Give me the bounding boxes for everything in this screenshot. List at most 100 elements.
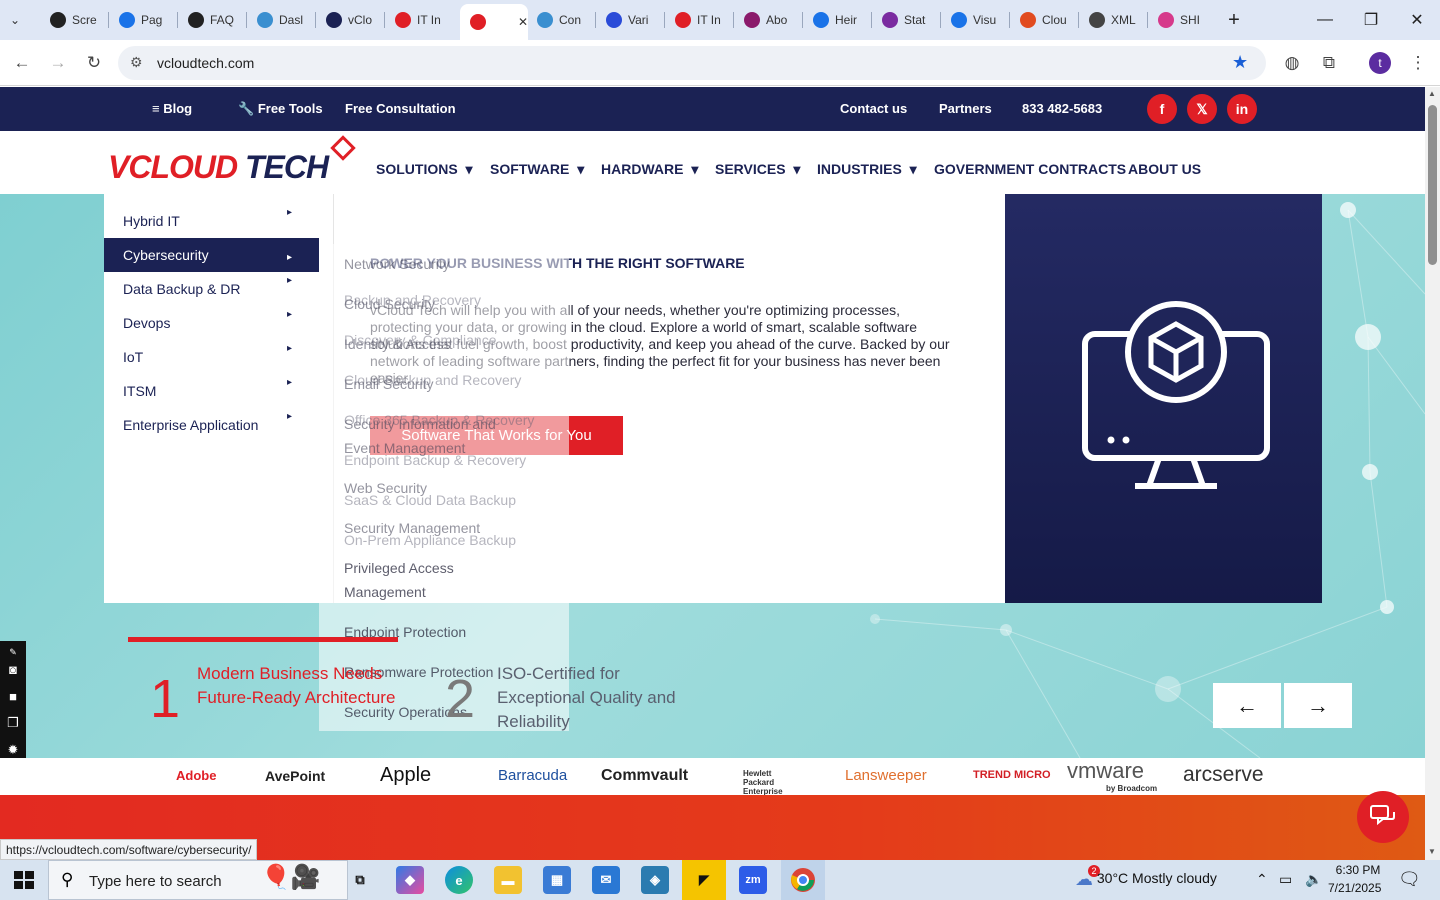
nav-item-government-contracts[interactable]: GOVERNMENT CONTRACTS: [934, 161, 1126, 177]
nav-item-software[interactable]: SOFTWARE ▾: [490, 161, 584, 178]
tab-search-dropdown[interactable]: ⌄: [0, 6, 40, 34]
page-scrollbar[interactable]: ▲ ▼: [1425, 87, 1440, 860]
free-tools-link[interactable]: 🔧 Free Tools: [238, 101, 323, 117]
taskbar-search-box[interactable]: ⚲ Type here to search 🎈🎥: [48, 860, 348, 900]
nav-item-industries[interactable]: INDUSTRIES ▾: [817, 161, 917, 178]
browser-tab[interactable]: XML: [1079, 6, 1145, 34]
slider-prev-button[interactable]: ←: [1213, 683, 1281, 728]
window-icon[interactable]: ❐: [4, 714, 22, 732]
x-twitter-icon[interactable]: 𝕏: [1187, 94, 1217, 124]
clock-time[interactable]: 6:30 PM: [1333, 863, 1383, 877]
chrome-icon[interactable]: [781, 860, 825, 900]
browser-tab[interactable]: Dasl: [247, 6, 313, 34]
forward-button[interactable]: →: [45, 50, 71, 76]
free-consultation-link[interactable]: Free Consultation: [345, 101, 456, 116]
chat-widget-button[interactable]: [1357, 791, 1409, 843]
submenu-item[interactable]: Discovery & Compliance: [344, 332, 497, 348]
minimize-button[interactable]: —: [1302, 0, 1348, 40]
new-tab-button[interactable]: +: [1212, 0, 1256, 40]
network-icon[interactable]: ▭: [1279, 871, 1292, 888]
address-bar-url[interactable]: vcloudtech.com: [157, 55, 254, 71]
partners-link[interactable]: Partners: [939, 101, 992, 116]
menu-category-cybersecurity[interactable]: Cybersecurity ▸: [104, 238, 319, 272]
back-button[interactable]: ←: [9, 50, 35, 76]
browser-tab[interactable]: Heir: [803, 6, 869, 34]
submenu-item[interactable]: Endpoint Backup & Recovery: [344, 452, 526, 468]
browser-tab[interactable]: Clou: [1010, 6, 1076, 34]
linkedin-icon[interactable]: in: [1227, 94, 1257, 124]
browser-tab[interactable]: Scre: [40, 6, 106, 34]
reload-button[interactable]: ↻: [81, 50, 107, 76]
nav-item-solutions[interactable]: SOLUTIONS ▾: [376, 161, 473, 178]
weather-widget[interactable]: ☁ 2 30°C Mostly cloudy: [1075, 865, 1217, 890]
menu-category-enterprise-application[interactable]: Enterprise Application ▸: [104, 408, 319, 442]
browser-tab[interactable]: Pag: [109, 6, 175, 34]
bookmark-star-icon[interactable]: ★: [1232, 52, 1248, 73]
submenu-item[interactable]: On-Prem Appliance Backup: [344, 532, 516, 548]
submenu-item[interactable]: Privileged Access: [344, 560, 454, 576]
extensions-icon[interactable]: ⧉: [1316, 50, 1342, 76]
facebook-icon[interactable]: f: [1147, 94, 1177, 124]
microsoft-store-icon[interactable]: ▦: [543, 866, 571, 894]
tray-chevron-icon[interactable]: ⌃: [1256, 871, 1268, 888]
address-bar[interactable]: ⚙ vcloudtech.com ★: [118, 46, 1266, 80]
browser-tab[interactable]: FAQ: [178, 6, 244, 34]
nav-item-hardware[interactable]: HARDWARE ▾: [601, 161, 698, 178]
sticky-notes-icon[interactable]: ◤: [682, 860, 726, 900]
notification-icon[interactable]: 🗨: [1398, 869, 1421, 890]
submenu-item[interactable]: Cloud Backup and Recovery: [344, 372, 521, 388]
settings-icon[interactable]: ✹: [4, 741, 22, 759]
site-logo[interactable]: VCLOUD TECH: [108, 135, 356, 186]
menu-category-hybrid-it[interactable]: Hybrid IT ▸: [104, 204, 319, 238]
list-icon: ≡: [152, 101, 164, 116]
site-info-icon[interactable]: ⚙: [130, 54, 143, 71]
profile-avatar[interactable]: t: [1369, 52, 1391, 74]
nav-item-services[interactable]: SERVICES ▾: [715, 161, 800, 178]
restore-button[interactable]: ❐: [1348, 0, 1394, 40]
mail-icon[interactable]: ✉: [592, 866, 620, 894]
browser-menu-icon[interactable]: ⋮: [1405, 50, 1431, 76]
zoom-icon[interactable]: zm: [739, 866, 767, 894]
edge-icon[interactable]: e: [445, 866, 473, 894]
browser-tab[interactable]: Con: [527, 6, 593, 34]
submenu-item[interactable]: Management: [344, 584, 426, 600]
browser-tab[interactable]: Visu: [941, 6, 1007, 34]
submenu-item[interactable]: Network Security: [344, 256, 450, 272]
task-view-icon[interactable]: ⧉: [346, 866, 374, 894]
close-window-button[interactable]: ✕: [1394, 0, 1440, 40]
scroll-up-icon[interactable]: ▲: [1428, 89, 1436, 98]
menu-category-itsm[interactable]: ITSM ▸: [104, 374, 319, 408]
menu-category-data-backup-dr[interactable]: Data Backup & DR ▸: [104, 272, 319, 306]
brand-logo-vmware: vmware: [1067, 758, 1145, 783]
browser-tab[interactable]: Abo: [734, 6, 800, 34]
submenu-item[interactable]: Backup and Recovery: [344, 292, 481, 308]
browser-tab[interactable]: IT In: [665, 6, 731, 34]
contact-link[interactable]: Contact us: [840, 101, 907, 116]
volume-icon[interactable]: 🔈: [1305, 871, 1322, 888]
nav-item-about-us[interactable]: ABOUT US: [1128, 161, 1201, 177]
menu-category-iot[interactable]: IoT ▸: [104, 340, 319, 374]
translate-icon[interactable]: ◍: [1279, 50, 1305, 76]
pen-icon[interactable]: ✎: [4, 643, 22, 661]
browser-tab[interactable]: vClo: [316, 6, 382, 34]
camera-icon[interactable]: ◙: [4, 660, 22, 678]
browser-tab[interactable]: SHI: [1148, 6, 1214, 34]
browser-tab[interactable]: IT In: [385, 6, 451, 34]
phone-number[interactable]: 833 482-5683: [1022, 101, 1102, 116]
browser-tab[interactable]: Stat: [872, 6, 938, 34]
submenu-item[interactable]: Office 365 Backup & Recovery: [344, 412, 534, 428]
scroll-down-icon[interactable]: ▼: [1428, 847, 1436, 856]
video-icon[interactable]: ■: [4, 687, 22, 705]
vscode-like-app-icon[interactable]: ◈: [641, 866, 669, 894]
file-explorer-icon[interactable]: ▬: [494, 866, 522, 894]
blog-link[interactable]: ≡ Blog: [152, 101, 192, 116]
clock-date[interactable]: 7/21/2025: [1328, 881, 1381, 895]
browser-tab[interactable]: ✕: [460, 4, 528, 40]
submenu-item[interactable]: SaaS & Cloud Data Backup: [344, 492, 516, 508]
slider-next-button[interactable]: →: [1284, 683, 1352, 728]
browser-tab[interactable]: Vari: [596, 6, 662, 34]
scrollbar-thumb[interactable]: [1428, 105, 1437, 265]
windows-start-icon[interactable]: [14, 871, 34, 889]
copilot-icon[interactable]: ◆: [396, 866, 424, 894]
menu-category-devops[interactable]: Devops ▸: [104, 306, 319, 340]
